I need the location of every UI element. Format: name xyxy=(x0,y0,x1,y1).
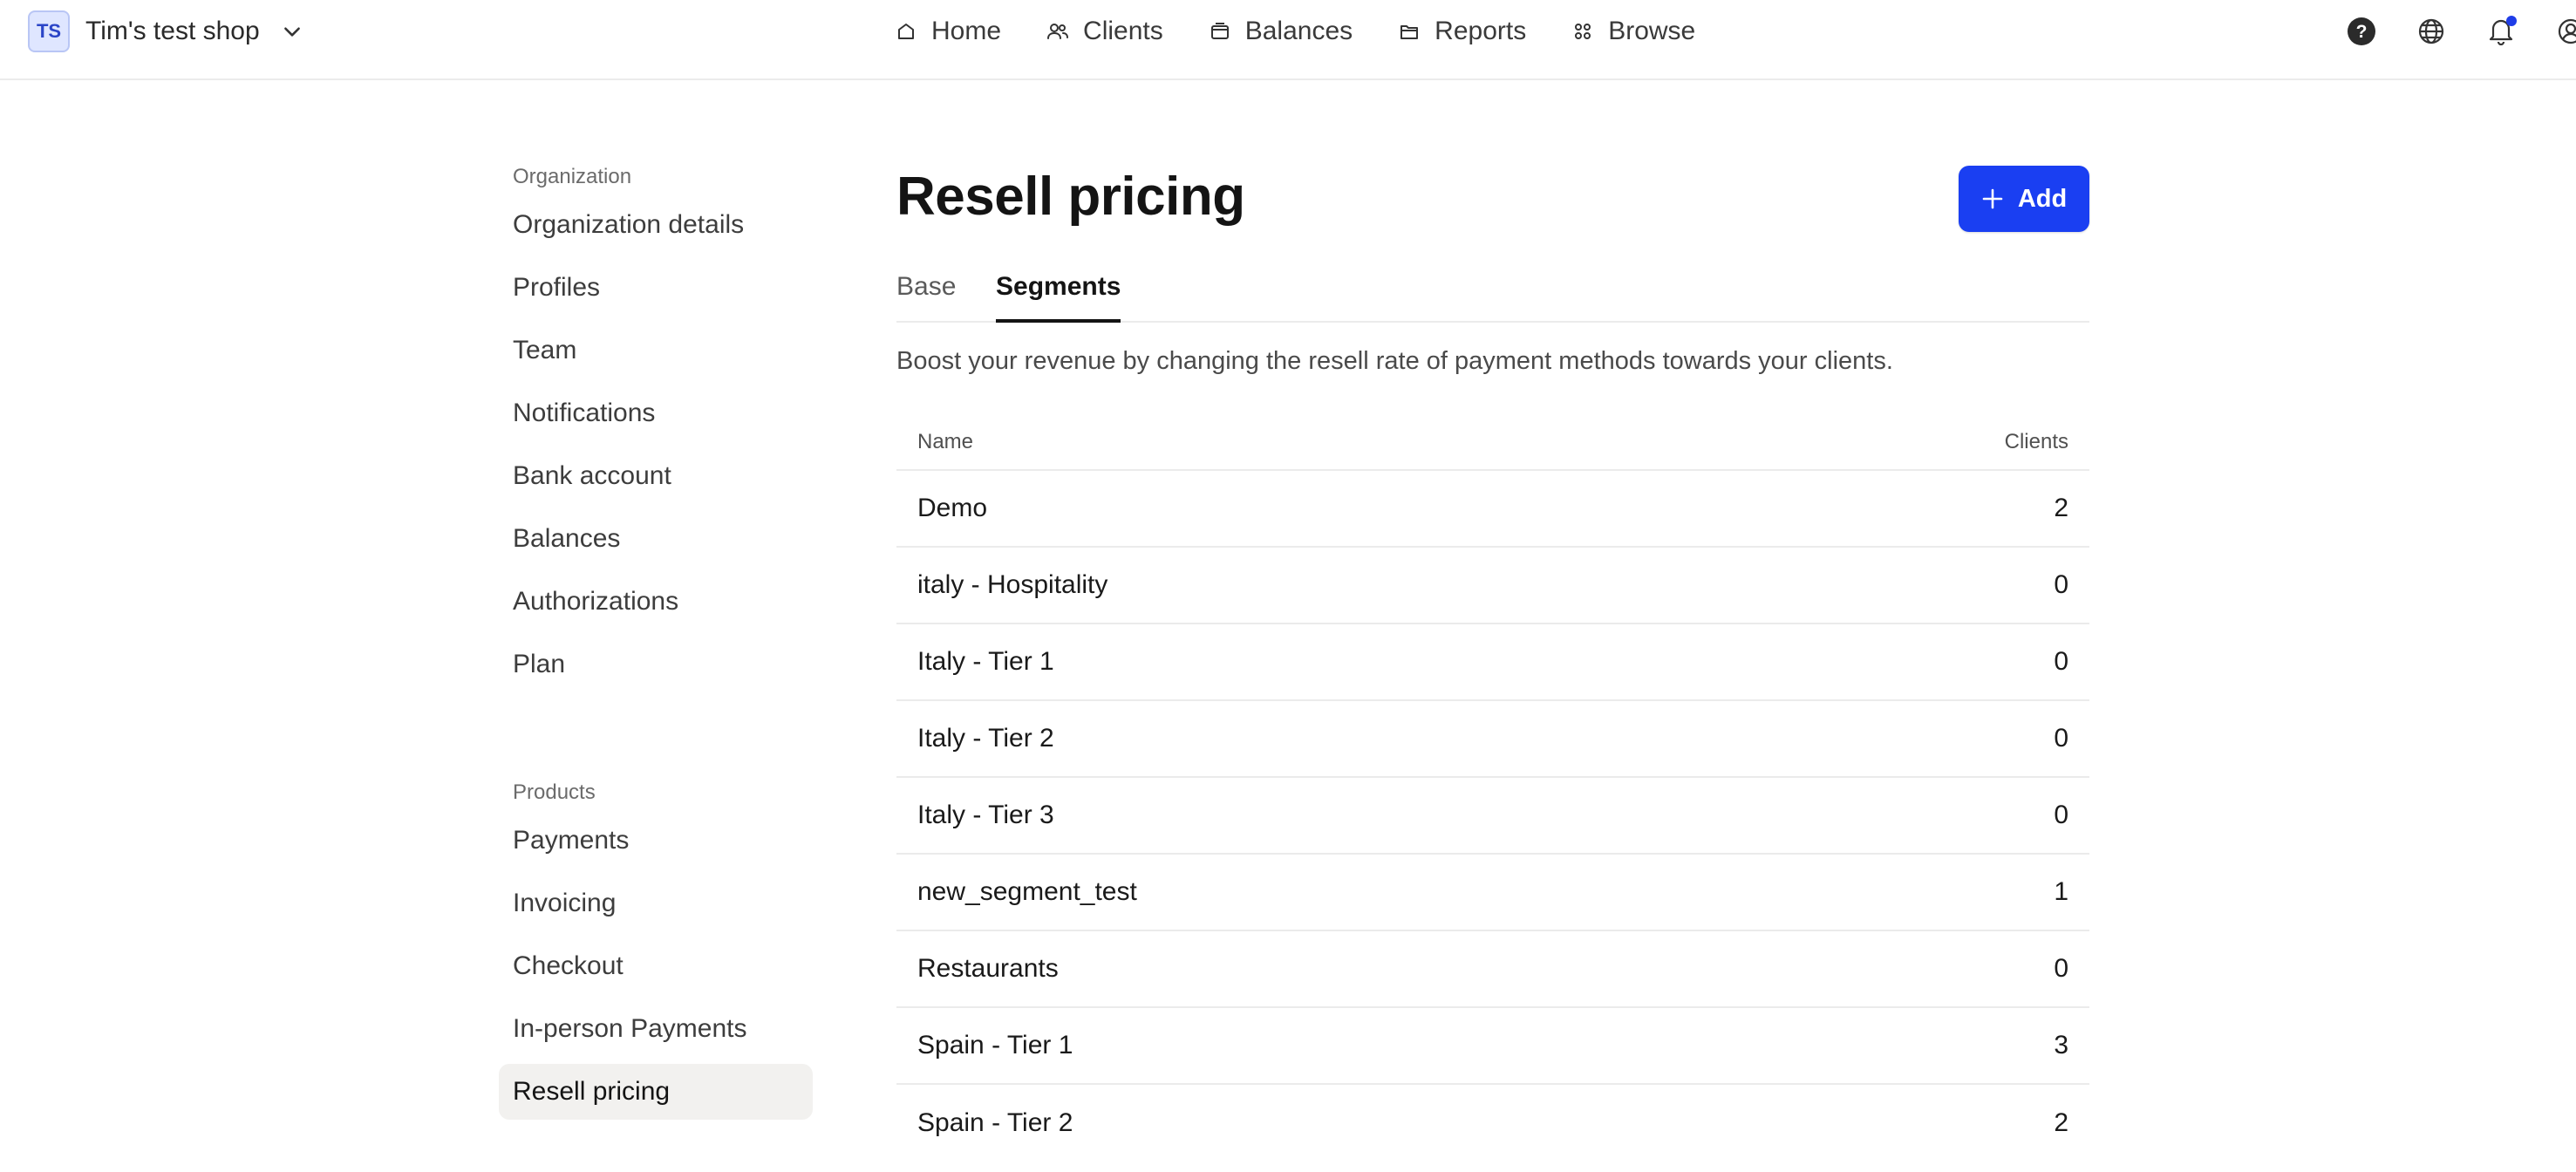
nav-clients[interactable]: Clients xyxy=(1046,17,1163,46)
app-page: TS Tim's test shop Home Clients Balances… xyxy=(0,0,2576,1172)
sidebar-item-invoicing[interactable]: Invoicing xyxy=(499,876,813,931)
segment-name: Italy - Tier 1 xyxy=(917,647,1054,676)
segment-name: Spain - Tier 1 xyxy=(917,1031,1073,1060)
segment-client-count: 0 xyxy=(2054,724,2068,753)
main-nav: Home Clients Balances Reports Browse xyxy=(895,10,1695,52)
segment-name: Restaurants xyxy=(917,954,1059,983)
segment-name: Demo xyxy=(917,494,988,522)
segment-client-count: 0 xyxy=(2054,801,2068,829)
segment-name: Italy - Tier 3 xyxy=(917,801,1054,829)
page-description: Boost your revenue by changing the resel… xyxy=(896,347,1893,375)
segment-client-count: 2 xyxy=(2054,494,2068,522)
sidebar-item-checkout[interactable]: Checkout xyxy=(499,938,813,994)
segment-client-count: 3 xyxy=(2054,1031,2068,1060)
column-header-name: Name xyxy=(917,430,974,453)
nav-home-label: Home xyxy=(931,17,1002,45)
bell-icon[interactable] xyxy=(2485,16,2517,47)
top-bar: TS Tim's test shop Home Clients Balances… xyxy=(0,0,2576,80)
globe-icon[interactable] xyxy=(2416,16,2447,47)
sidebar-heading-organization: Organization xyxy=(513,165,632,188)
table-row[interactable]: Italy - Tier 3 0 xyxy=(896,778,2089,855)
nav-home[interactable]: Home xyxy=(895,17,1001,46)
tab-base[interactable]: Base xyxy=(896,267,956,323)
utility-icons: ? xyxy=(2314,10,2576,52)
sidebar-heading-products: Products xyxy=(513,780,596,804)
sidebar-item-plan[interactable]: Plan xyxy=(499,637,813,692)
table-row[interactable]: italy - Hospitality 0 xyxy=(896,548,2089,624)
add-button[interactable]: Add xyxy=(1959,166,2089,232)
table-body: Demo 2 italy - Hospitality 0 Italy - Tier 1 0… xyxy=(896,471,2089,1162)
sidebar-item-balances[interactable]: Balances xyxy=(499,511,813,567)
settings-sidebar: Organization Organization details Profil… xyxy=(499,157,813,1127)
org-switcher[interactable]: TS Tim's test shop xyxy=(28,10,305,52)
nav-balances[interactable]: Balances xyxy=(1209,17,1353,46)
folder-icon xyxy=(1398,20,1421,43)
table-row[interactable]: Demo 2 xyxy=(896,471,2089,548)
org-avatar: TS xyxy=(28,10,70,52)
sidebar-item-in-person-payments[interactable]: In-person Payments xyxy=(499,1001,813,1057)
sidebar-item-organization-details[interactable]: Organization details xyxy=(499,197,813,253)
tab-bar: Base Segments xyxy=(896,267,2089,323)
table-row[interactable]: Italy - Tier 1 0 xyxy=(896,624,2089,701)
table-row[interactable]: Spain - Tier 1 3 xyxy=(896,1008,2089,1085)
nav-browse[interactable]: Browse xyxy=(1571,17,1695,46)
segment-client-count: 0 xyxy=(2054,954,2068,983)
chevron-down-icon xyxy=(281,19,305,44)
segment-name: new_segment_test xyxy=(917,877,1137,906)
org-name: Tim's test shop xyxy=(85,17,260,45)
sidebar-item-resell-pricing[interactable]: Resell pricing xyxy=(499,1064,813,1120)
sidebar-item-team[interactable]: Team xyxy=(499,323,813,378)
table-row[interactable]: Italy - Tier 2 0 xyxy=(896,701,2089,778)
nav-browse-label: Browse xyxy=(1608,17,1696,45)
sidebar-item-profiles[interactable]: Profiles xyxy=(499,260,813,316)
nav-reports-label: Reports xyxy=(1435,17,1527,45)
grid-icon xyxy=(1571,20,1594,43)
page-title: Resell pricing xyxy=(896,167,1245,227)
segment-name: italy - Hospitality xyxy=(917,570,1108,599)
sidebar-item-bank-account[interactable]: Bank account xyxy=(499,448,813,504)
column-header-clients: Clients xyxy=(2004,430,2068,453)
segment-client-count: 2 xyxy=(2054,1108,2068,1137)
segment-client-count: 0 xyxy=(2054,570,2068,599)
wallet-icon xyxy=(1209,20,1231,43)
table-row[interactable]: Restaurants 0 xyxy=(896,931,2089,1008)
segment-client-count: 1 xyxy=(2054,877,2068,906)
segment-client-count: 0 xyxy=(2054,647,2068,676)
sidebar-item-authorizations[interactable]: Authorizations xyxy=(499,574,813,630)
segment-name: Spain - Tier 2 xyxy=(917,1108,1073,1137)
segments-table: Name Clients Demo 2 italy - Hospitality 0 It… xyxy=(896,415,2089,1162)
nav-balances-label: Balances xyxy=(1244,17,1353,45)
add-button-label: Add xyxy=(2017,184,2068,213)
table-row[interactable]: Spain - Tier 2 2 xyxy=(896,1085,2089,1162)
segment-name: Italy - Tier 2 xyxy=(917,724,1054,753)
notification-dot xyxy=(2506,16,2517,26)
sidebar-item-notifications[interactable]: Notifications xyxy=(499,385,813,441)
svg-text:?: ? xyxy=(2356,22,2368,42)
users-icon xyxy=(1046,20,1069,43)
home-icon xyxy=(895,20,917,43)
nav-reports[interactable]: Reports xyxy=(1398,17,1526,46)
nav-clients-label: Clients xyxy=(1083,17,1163,45)
sidebar-item-payments[interactable]: Payments xyxy=(499,813,813,869)
account-icon[interactable] xyxy=(2555,16,2576,47)
table-header: Name Clients xyxy=(896,415,2089,471)
plus-icon xyxy=(1981,187,2004,210)
tab-segments[interactable]: Segments xyxy=(996,267,1121,323)
help-icon[interactable]: ? xyxy=(2346,16,2377,47)
table-row[interactable]: new_segment_test 1 xyxy=(896,855,2089,931)
